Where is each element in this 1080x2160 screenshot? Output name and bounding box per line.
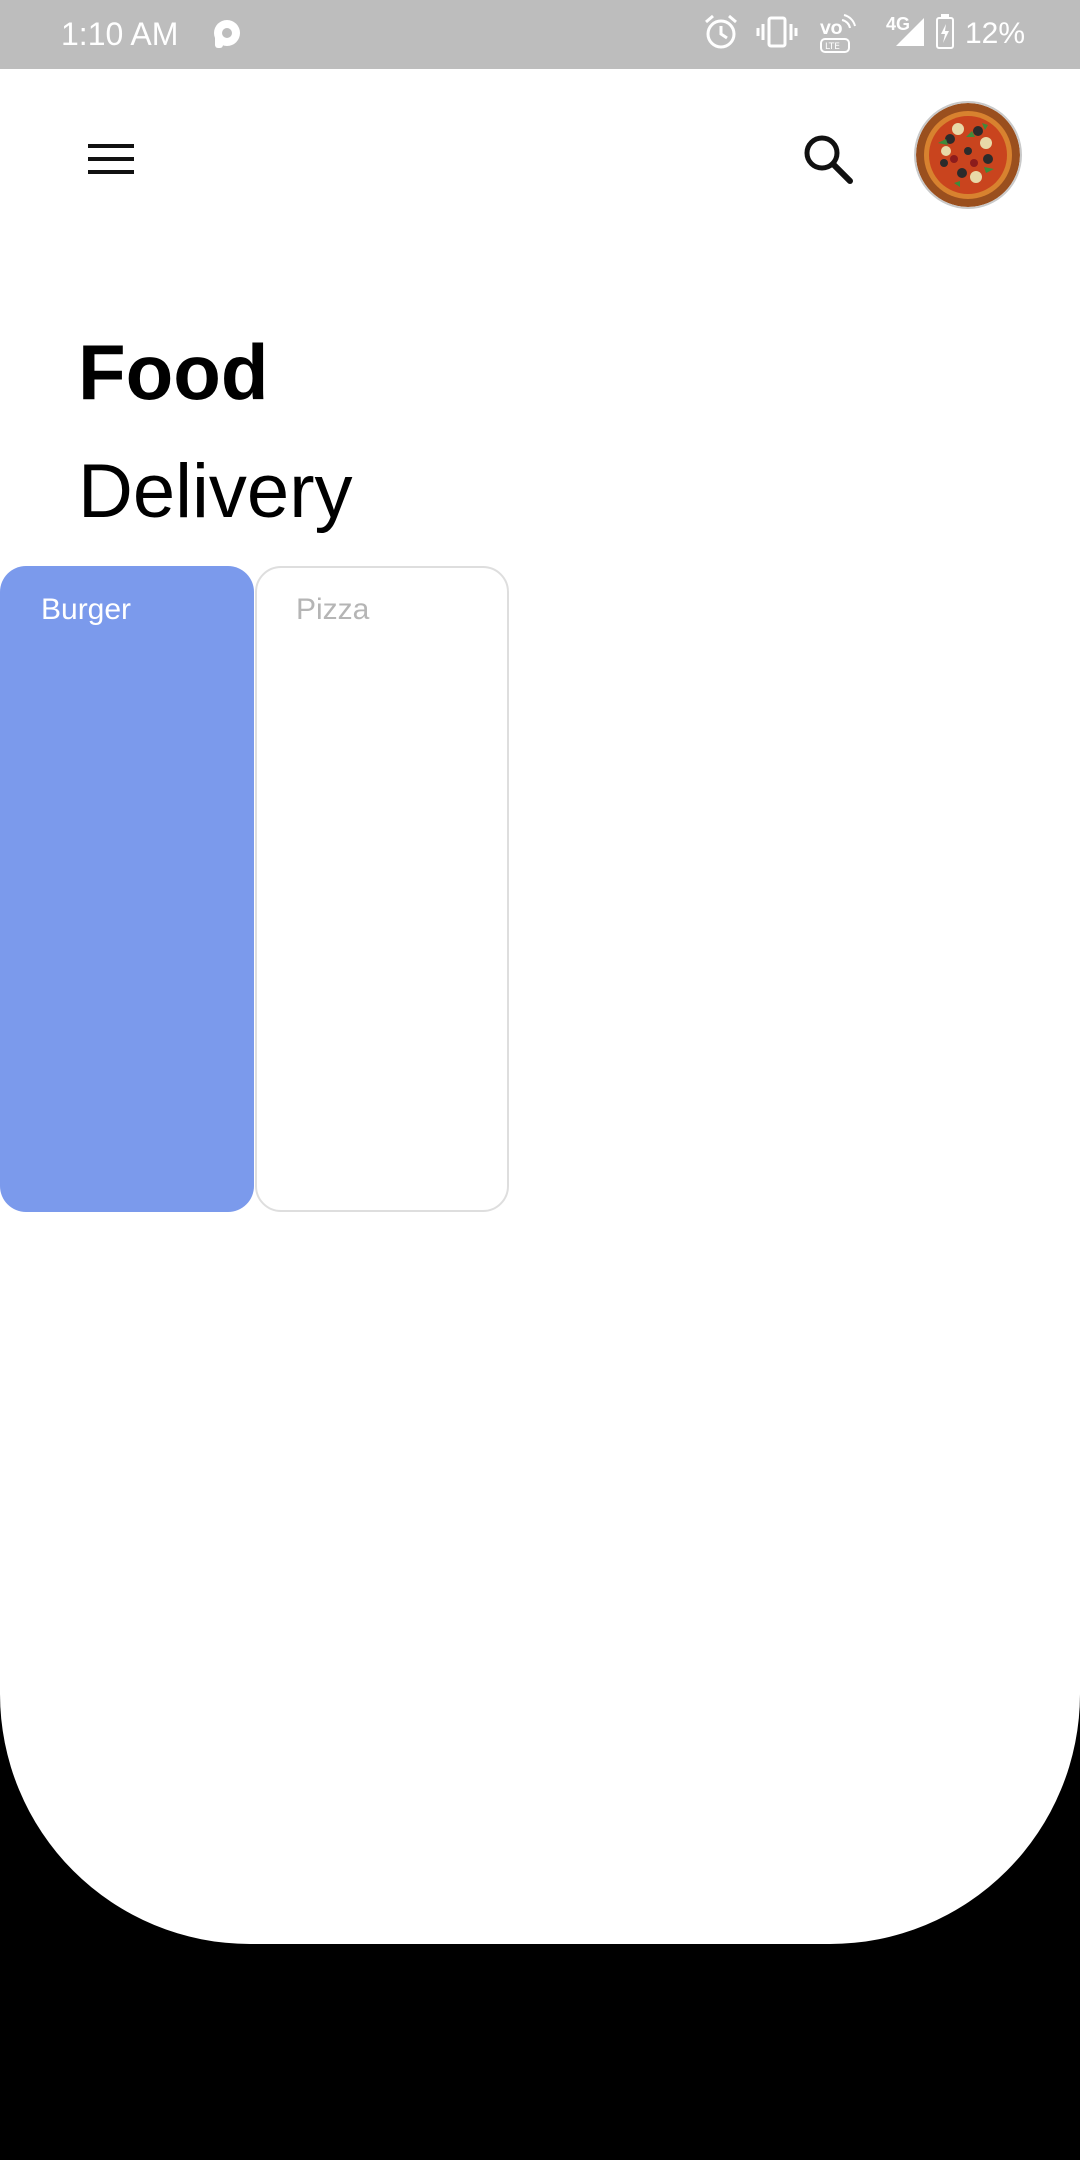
menu-button[interactable] [82,129,144,191]
category-card-pizza[interactable]: Pizza [255,566,509,1212]
app-screen: Food Delivery Burger Pizza [0,69,1080,1944]
category-label: Burger [41,593,132,626]
signal-icon [896,18,924,46]
svg-text:LTE: LTE [825,42,840,52]
battery-icon [936,14,954,49]
status-time: 1:10 AM [61,16,179,52]
search-icon[interactable] [796,127,860,191]
menu-icon-bar [88,170,134,174]
parking-app-icon [214,20,240,48]
menu-icon-bar [88,144,134,148]
pizza-avatar[interactable] [916,103,1020,207]
alarm-icon [705,14,737,49]
battery-percent: 12% [965,17,1026,50]
menu-icon-bar [88,157,134,161]
volte-icon: VO LTE [820,14,856,53]
category-card-burger[interactable]: Burger [0,566,254,1212]
status-icons: VO LTE 4G 12% [700,12,1080,56]
vibrate-icon [756,16,798,48]
category-label: Pizza [296,593,370,626]
status-bar: 1:10 AM VO LTE 4G 12% [0,0,1080,69]
svg-text:VO: VO [820,22,843,38]
title-delivery: Delivery [78,449,353,534]
title-food: Food [78,328,269,416]
